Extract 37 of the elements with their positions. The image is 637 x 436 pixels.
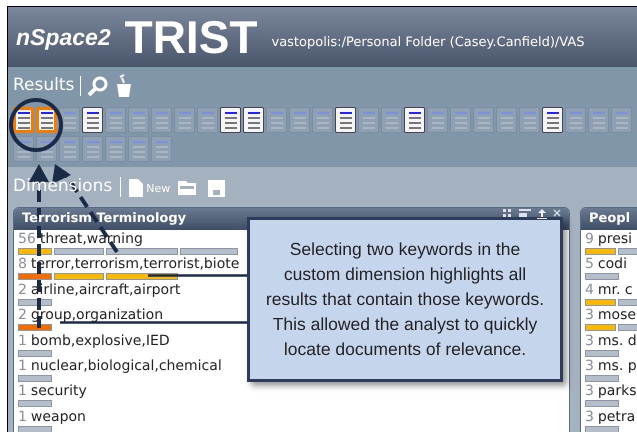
folder-path: vastopolis:/Personal Folder (Casey.Canfield)/VAS <box>272 34 584 52</box>
term-count: 3 <box>585 332 594 350</box>
term-count: 1 <box>18 408 27 426</box>
term-label[interactable]: ms. d <box>598 332 637 350</box>
term-label[interactable]: codi <box>598 256 627 274</box>
results-label: Results <box>13 74 74 98</box>
callout-tooltip: Selecting two keywords in the custom dimension highlights all results that contain those keywords. This allowed the analyst to quickly locate documents of relevance. <box>247 217 563 382</box>
term-count: 5 <box>585 256 594 274</box>
term-count: 3 <box>585 408 594 426</box>
term-label[interactable]: mose <box>598 307 636 324</box>
term-label[interactable]: weapon <box>30 408 86 426</box>
term-count: 8 <box>18 256 27 274</box>
panel-title: Peopl <box>589 210 630 228</box>
term-count: 3 <box>585 307 594 324</box>
panel-title: Terrorism Terminology <box>22 210 186 228</box>
term-label[interactable]: nuclear,biological,chemical <box>30 358 222 375</box>
term-label[interactable]: security <box>30 383 87 400</box>
term-count: 1 <box>18 332 27 350</box>
term-label[interactable]: threat,warning <box>40 231 143 248</box>
term-label[interactable]: petra <box>598 408 636 426</box>
term-label[interactable]: group,organization <box>30 307 164 324</box>
term-count: 3 <box>585 358 594 375</box>
term-count: 56 <box>18 231 36 248</box>
term-count: 1 <box>18 383 27 400</box>
app-title: TRIST <box>124 14 258 60</box>
term-label[interactable]: bomb,explosive,IED <box>30 332 170 350</box>
term-count: 3 <box>585 383 594 400</box>
term-label[interactable]: mr. c <box>598 282 633 299</box>
term-label[interactable]: parks <box>598 383 637 400</box>
term-count: 2 <box>18 282 27 299</box>
term-count: 9 <box>585 231 594 248</box>
logo: nSpace2 <box>16 22 111 52</box>
term-count: 4 <box>585 282 594 299</box>
term-label[interactable]: ms. p <box>598 358 637 375</box>
term-count: 1 <box>18 358 27 375</box>
term-label[interactable]: presi <box>598 231 632 248</box>
term-count: 2 <box>18 307 27 324</box>
